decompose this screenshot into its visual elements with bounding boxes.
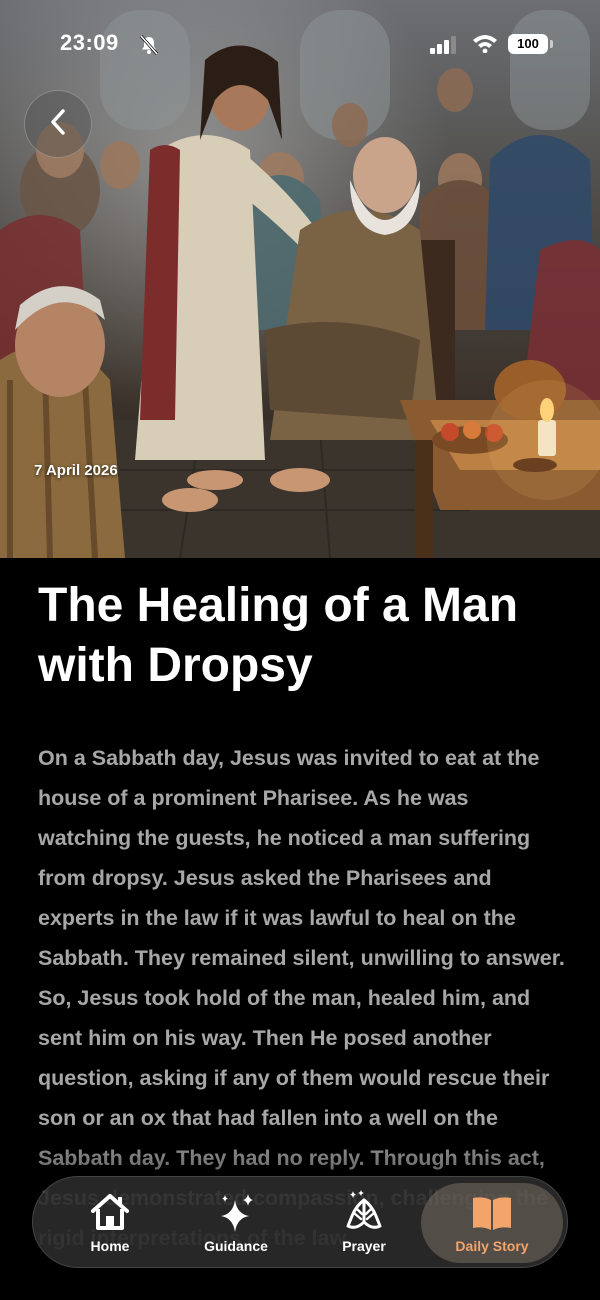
tab-guidance-label: Guidance [204, 1238, 268, 1254]
bell-slash-icon [138, 34, 160, 61]
sparkles-icon [215, 1192, 257, 1232]
tab-home-label: Home [90, 1238, 130, 1254]
chevron-left-icon [47, 107, 69, 142]
tab-prayer[interactable]: Prayer [297, 1183, 431, 1263]
tab-guidance[interactable]: Guidance [169, 1183, 303, 1263]
back-button[interactable] [24, 90, 92, 158]
tab-daily-story[interactable]: Daily Story [421, 1183, 563, 1263]
praying-hands-icon [342, 1190, 386, 1232]
tab-bar: Home Guidance Prayer Daily Story [32, 1176, 568, 1268]
tab-daily-story-label: Daily Story [455, 1238, 529, 1254]
battery-indicator: 100 [508, 34, 553, 54]
story-date: 7 April 2026 [34, 462, 118, 479]
story-title: The Healing of a Man with Dropsy [38, 579, 519, 692]
status-bar: 23:09 100 [0, 0, 600, 90]
home-icon [89, 1192, 131, 1232]
status-time: 23:09 [60, 30, 119, 55]
open-book-icon [470, 1192, 514, 1232]
wifi-icon [472, 33, 498, 58]
tab-home[interactable]: Home [43, 1183, 177, 1263]
cellular-signal-icon [430, 36, 458, 59]
tab-prayer-label: Prayer [342, 1238, 386, 1254]
